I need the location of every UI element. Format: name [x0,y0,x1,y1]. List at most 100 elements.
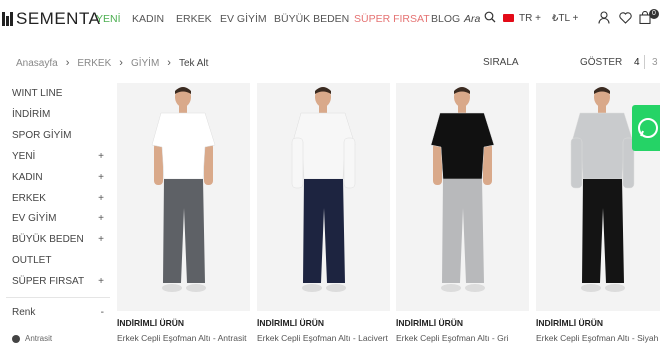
sidebar-item-outlet[interactable]: OUTLET [12,255,104,266]
divider [644,55,645,69]
nav-ev-giyim[interactable]: EV GİYİM [220,13,267,25]
model-shoe-right [326,284,346,292]
model-pants [163,179,205,283]
breadcrumb-erkek[interactable]: ERKEK [77,58,111,69]
search-input[interactable]: Ara [464,13,480,25]
plus-icon[interactable]: + [98,276,104,287]
nav-erkek[interactable]: ERKEK [176,13,212,25]
user-icon[interactable] [598,11,610,24]
sidebar-item-label: İNDİRİM [12,109,51,120]
color-filter-header[interactable]: Renk - [12,307,104,318]
nav-blog[interactable]: BLOG [431,13,460,25]
collapse-icon[interactable]: - [101,307,104,318]
model-pants [303,179,345,283]
model-shoe-right [465,284,485,292]
color-option-label: Antrasit [25,334,53,343]
product-image[interactable] [117,83,250,311]
breadcrumb-current: Tek Alt [178,57,209,69]
sidebar-item-label: SÜPER FIRSAT [12,276,85,287]
grid-3-option[interactable]: 3 [652,57,658,68]
model-shoe-right [605,284,625,292]
sidebar-item-label: BÜYÜK BEDEN [12,234,84,245]
sidebar-item-label: ERKEK [12,193,46,204]
currency-selector[interactable]: ₺TL + [552,13,578,24]
color-option-antrasit[interactable]: Antrasit [12,334,52,343]
model-arm-left [433,143,442,185]
sidebar-item-label: EV GİYİM [12,213,57,224]
sidebar-item-kadin[interactable]: KADIN + [12,172,104,183]
model-neck [598,105,606,113]
discount-label: İNDİRİMLİ ÜRÜN [536,318,604,328]
plus-icon[interactable]: + [98,213,104,224]
sidebar-item-label: YENİ [12,151,36,162]
filter-title: Renk [12,307,36,318]
model-shoe-left [441,284,461,292]
sidebar-item-super-firsat[interactable]: SÜPER FIRSAT + [12,276,104,287]
sidebar-item-buyuk-beden[interactable]: BÜYÜK BEDEN + [12,234,104,245]
plus-icon[interactable]: + [98,234,104,245]
model-sleeve-left [291,137,304,189]
whatsapp-button[interactable] [632,105,660,151]
breadcrumb-giyim[interactable]: GİYİM [131,58,159,69]
model-arm-right [483,143,492,185]
grid-4-option[interactable]: 4 [634,57,640,68]
product-card[interactable]: İNDİRİMLİ ÜRÜN Erkek Cepli Eşofman Altı … [257,83,390,343]
plus-icon[interactable]: + [98,151,104,162]
sidebar-item-label: SPOR GİYİM [12,130,72,141]
product-title[interactable]: Erkek Cepli Eşofman Altı - Antrasit [117,333,250,344]
sidebar-item-label: WINT LINE [12,88,63,99]
turkey-flag-icon [503,14,514,22]
model-shoe-left [581,284,601,292]
product-title[interactable]: Erkek Cepli Eşofman Altı - Siyah [536,333,660,344]
model-neck [179,105,187,113]
show-count-label: GÖSTER [580,57,623,68]
discount-label: İNDİRİMLİ ÜRÜN [396,318,464,328]
product-image[interactable] [257,83,390,311]
sidebar-item-yeni[interactable]: YENİ + [12,151,104,162]
sort-button[interactable]: SIRALA [483,57,519,68]
sidebar-item-indirim[interactable]: İNDİRİM [12,109,104,120]
plus-icon[interactable]: + [98,193,104,204]
model-sleeve-right [343,137,356,189]
product-card[interactable]: İNDİRİMLİ ÜRÜN Erkek Cepli Eşofman Altı … [117,83,250,343]
nav-yeni[interactable]: YENİ [96,13,121,25]
sidebar-item-ev-giyim[interactable]: EV GİYİM + [12,213,104,224]
nav-buyuk-beden[interactable]: BÜYÜK BEDEN [274,13,349,25]
plus-icon[interactable]: + [98,172,104,183]
sidebar-item-erkek[interactable]: ERKEK + [12,193,104,204]
sidebar-item-label: OUTLET [12,255,52,266]
model-figure [151,87,216,292]
product-title[interactable]: Erkek Cepli Eşofman Altı - Gri [396,333,529,344]
sidebar-item-wint-line[interactable]: WINT LINE [12,88,104,99]
sidebar-item-label: KADIN [12,172,43,183]
chevron-right-icon: › [167,57,171,69]
model-arm-left [154,143,163,185]
logo-text: SEMENTA [16,9,101,28]
product-card[interactable]: İNDİRİMLİ ÜRÜN Erkek Cepli Eşofman Altı … [396,83,529,343]
model-shoe-right [186,284,206,292]
product-image[interactable] [396,83,529,311]
search-icon[interactable] [484,11,496,23]
sidebar-item-spor-giyim[interactable]: SPOR GİYİM [12,130,104,141]
logo-mark-icon [2,10,14,28]
chevron-right-icon: › [119,57,123,69]
model-pants [442,179,484,283]
breadcrumb-home[interactable]: Anasayfa [16,58,58,69]
logo[interactable]: SEMENTA [2,9,100,29]
product-title[interactable]: Erkek Cepli Eşofman Altı - Lacivert [257,333,390,344]
language-selector[interactable]: TR + [519,13,541,24]
model-figure [430,87,495,292]
whatsapp-icon [638,118,658,138]
model-shoe-left [162,284,182,292]
model-sleeve-left [570,137,583,189]
model-neck [319,105,327,113]
nav-kadin[interactable]: KADIN [132,13,164,25]
heart-icon[interactable] [619,12,632,24]
discount-label: İNDİRİMLİ ÜRÜN [257,318,325,328]
color-swatch [12,334,20,343]
model-pants [582,179,624,283]
discount-label: İNDİRİMLİ ÜRÜN [117,318,185,328]
nav-super-firsat[interactable]: SÜPER FIRSAT [354,13,430,25]
model-arm-right [204,143,213,185]
site-header: SEMENTA YENİ KADIN ERKEK EV GİYİM BÜYÜK … [0,0,660,40]
